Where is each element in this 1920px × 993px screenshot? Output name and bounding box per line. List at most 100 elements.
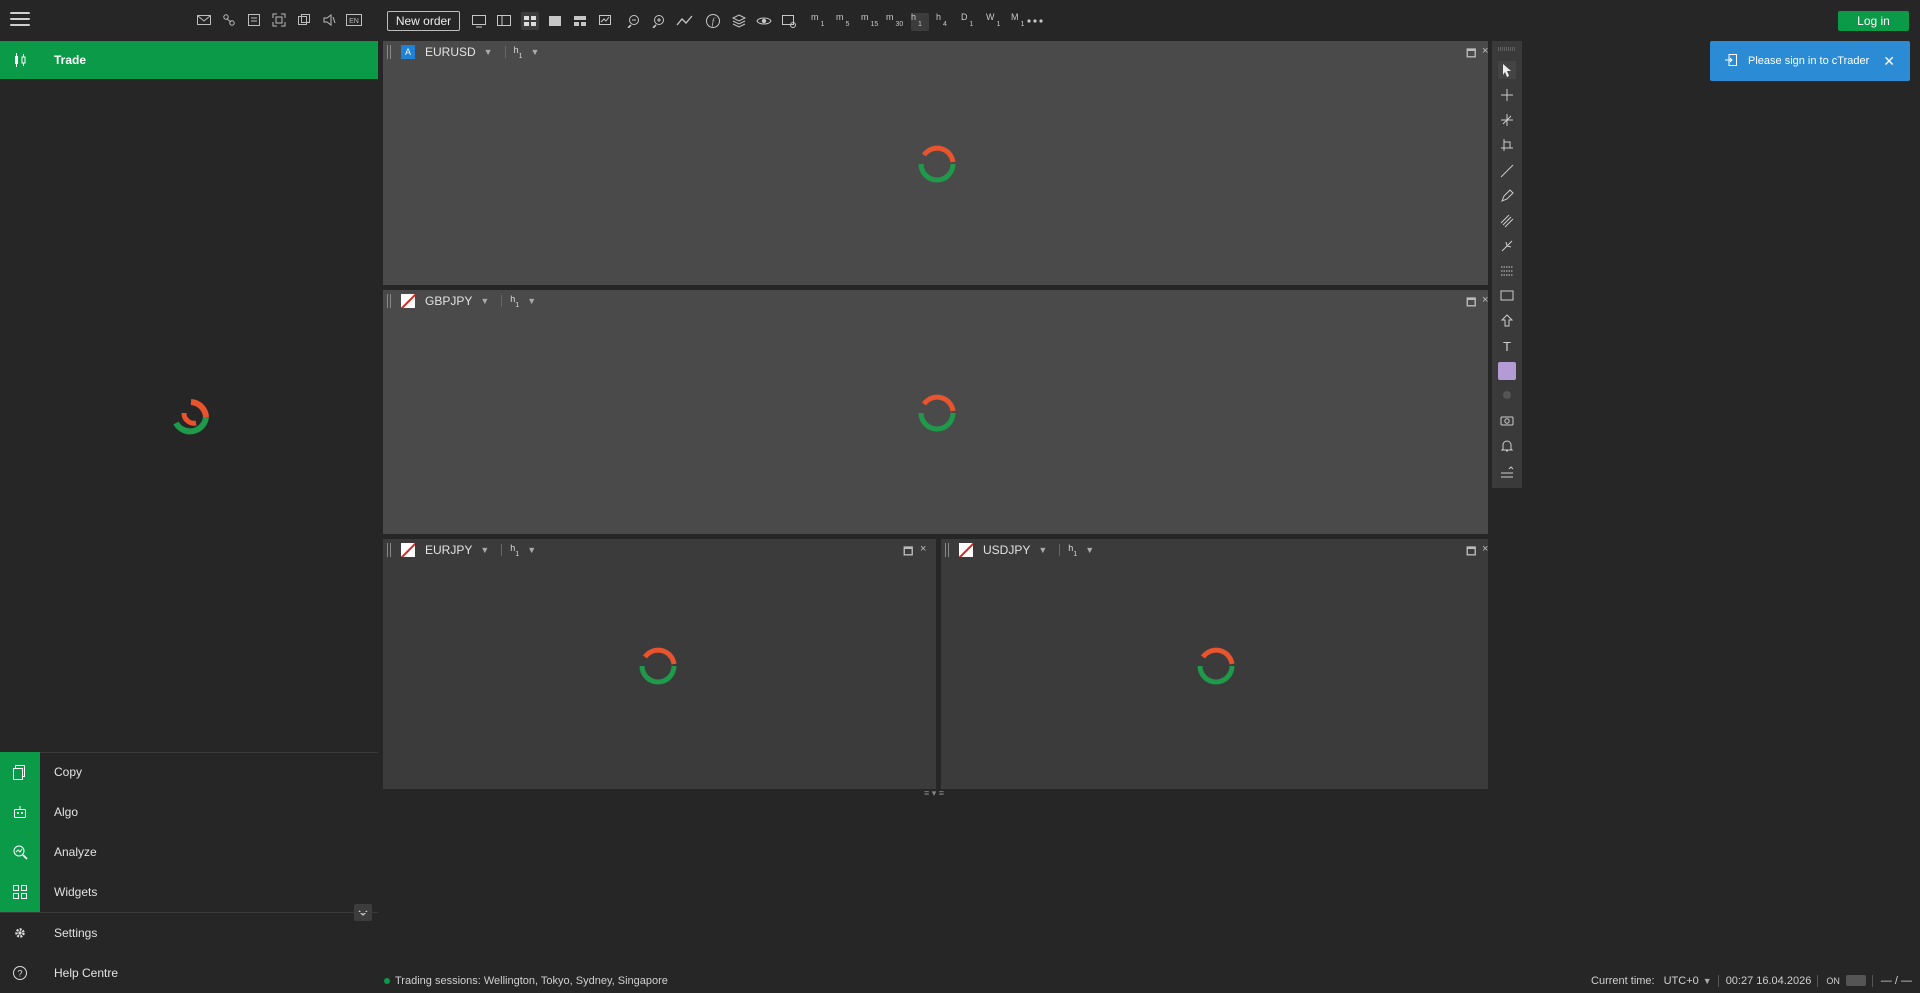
- chart-header: EURJPY ▼ h1 ▼: [383, 539, 936, 561]
- share-icon[interactable]: [221, 12, 237, 28]
- drag-handle[interactable]: [387, 543, 391, 557]
- timeframe-dropdown-icon[interactable]: ▼: [531, 47, 540, 57]
- channel-icon[interactable]: [1498, 212, 1516, 230]
- fibonacci-icon[interactable]: [1498, 262, 1516, 280]
- chart-timeframe[interactable]: h1: [514, 45, 523, 60]
- chart-timeframe[interactable]: h1: [510, 294, 519, 309]
- timeframe-dropdown-icon[interactable]: ▼: [527, 296, 536, 306]
- timeframe-m30[interactable]: m30: [886, 13, 904, 31]
- chart-panel-eurjpy[interactable]: EURJPY ▼ h1 ▼ 🗖 ×: [383, 539, 936, 789]
- timeframe-dropdown-icon[interactable]: ▼: [1085, 545, 1094, 555]
- chart-panel-gbpjpy[interactable]: GBPJPY ▼ h1 ▼ 🗖 ×: [383, 290, 1488, 534]
- close-icon[interactable]: ×: [920, 543, 926, 555]
- chart-panel-usdjpy[interactable]: USDJPY ▼ h1 ▼ 🗖 ×: [941, 539, 1488, 789]
- svg-text:f: f: [712, 17, 716, 27]
- timeframe-m5[interactable]: m5: [836, 13, 854, 31]
- snap-icon[interactable]: [1498, 111, 1516, 129]
- symbol-name[interactable]: EURUSD: [425, 45, 476, 59]
- line-style-icon[interactable]: [1498, 386, 1516, 404]
- maximize-icon[interactable]: 🗖: [1466, 45, 1476, 64]
- color-picker[interactable]: [1498, 362, 1516, 380]
- chart-panel-eurusd[interactable]: A EURUSD ▼ h1 ▼ 🗖 ×: [383, 41, 1488, 285]
- drag-handle[interactable]: [387, 45, 391, 59]
- chart-type-icon[interactable]: [676, 12, 694, 30]
- chart-timeframe[interactable]: h1: [1068, 543, 1077, 558]
- measure-icon[interactable]: [1498, 136, 1516, 154]
- timeframe-m15[interactable]: m15: [861, 13, 879, 31]
- fullscreen-icon[interactable]: [271, 12, 287, 28]
- login-button[interactable]: Log in: [1838, 11, 1909, 31]
- timeframe-dropdown-icon[interactable]: ▼: [527, 545, 536, 555]
- maximize-icon[interactable]: 🗖: [1466, 543, 1476, 562]
- chart-template-icon[interactable]: [780, 12, 798, 30]
- menu-icon[interactable]: [10, 12, 30, 28]
- text-icon[interactable]: T: [1498, 337, 1516, 355]
- symbol-dropdown-icon[interactable]: ▼: [480, 545, 489, 555]
- pen-icon[interactable]: [1498, 187, 1516, 205]
- divider: [501, 295, 503, 307]
- zoom-out-icon[interactable]: [624, 12, 642, 30]
- symbol-dropdown-icon[interactable]: ▼: [1038, 545, 1047, 555]
- camera-icon[interactable]: [1498, 411, 1516, 429]
- indicators-icon[interactable]: f: [704, 12, 722, 30]
- drag-handle[interactable]: [945, 543, 949, 557]
- close-icon[interactable]: ×: [1482, 543, 1488, 555]
- chart-settings-icon[interactable]: [597, 12, 615, 30]
- chart-timeframe[interactable]: h1: [510, 543, 519, 558]
- nav-settings[interactable]: Settings: [0, 913, 378, 953]
- fork-icon[interactable]: [1498, 237, 1516, 255]
- rectangle-icon[interactable]: [1498, 287, 1516, 305]
- timezone-dropdown-icon[interactable]: ▼: [1703, 976, 1712, 986]
- symbol-name[interactable]: EURJPY: [425, 543, 472, 557]
- close-icon[interactable]: ×: [1482, 45, 1488, 57]
- arrow-icon[interactable]: [1498, 312, 1516, 330]
- nav-algo[interactable]: Algo: [0, 792, 378, 832]
- symbol-dropdown-icon[interactable]: ▼: [480, 296, 489, 306]
- nav-trade[interactable]: Trade: [0, 41, 378, 79]
- close-icon[interactable]: ✕: [1883, 53, 1895, 70]
- nav-copy[interactable]: Copy: [0, 752, 378, 792]
- symbol-name[interactable]: GBPJPY: [425, 294, 472, 308]
- symbol-dropdown-icon[interactable]: ▼: [484, 47, 493, 57]
- bell-icon[interactable]: [1498, 437, 1516, 455]
- zoom-in-icon[interactable]: [649, 12, 667, 30]
- trendline-icon[interactable]: [1498, 162, 1516, 180]
- nav-help-centre[interactable]: ? Help Centre: [0, 953, 378, 993]
- sound-icon[interactable]: [321, 12, 337, 28]
- mail-icon[interactable]: [196, 12, 212, 28]
- drag-handle[interactable]: [387, 294, 391, 308]
- nav-analyze[interactable]: Analyze: [0, 832, 378, 872]
- layers-icon[interactable]: [730, 12, 748, 30]
- timezone-select[interactable]: UTC+0: [1664, 975, 1699, 987]
- timeframe-h4[interactable]: h4: [936, 13, 954, 31]
- grid-layout-icon[interactable]: [521, 12, 539, 30]
- crosshair-icon[interactable]: [1498, 86, 1516, 104]
- calculator-icon[interactable]: [246, 12, 262, 28]
- chart-mode-icon[interactable]: [470, 12, 488, 30]
- drag-handle[interactable]: [1498, 45, 1516, 53]
- timeframe-m1[interactable]: m1: [811, 13, 829, 31]
- loading-spinner: [639, 647, 677, 685]
- timeframe-h1[interactable]: h1: [911, 13, 929, 31]
- maximize-icon[interactable]: 🗖: [1466, 294, 1476, 313]
- timeframe-D1[interactable]: D1: [961, 13, 979, 31]
- maximize-icon[interactable]: 🗖: [903, 543, 913, 562]
- cursor-icon[interactable]: [1498, 61, 1516, 79]
- eye-icon[interactable]: [755, 12, 773, 30]
- timeframe-W1[interactable]: W1: [986, 13, 1004, 31]
- layout-icon[interactable]: [495, 12, 513, 30]
- nav-widgets[interactable]: Widgets: [0, 872, 378, 912]
- new-order-button[interactable]: New order: [387, 11, 460, 31]
- symbol-name[interactable]: USDJPY: [983, 543, 1030, 557]
- splitter-handle[interactable]: ≡ ▾ ≡: [924, 788, 944, 799]
- windows-icon[interactable]: [296, 12, 312, 28]
- close-icon[interactable]: ×: [1482, 294, 1488, 306]
- more-icon[interactable]: [1026, 12, 1044, 30]
- toggle-switch[interactable]: [1845, 975, 1866, 986]
- language-icon[interactable]: EN: [346, 12, 362, 28]
- multi-layout-icon[interactable]: [571, 12, 589, 30]
- single-layout-icon[interactable]: [546, 12, 564, 30]
- alerts-list-icon[interactable]: [1498, 463, 1516, 481]
- chart-header: USDJPY ▼ h1 ▼: [941, 539, 1488, 561]
- notification-text: Please sign in to cTrader: [1748, 55, 1870, 67]
